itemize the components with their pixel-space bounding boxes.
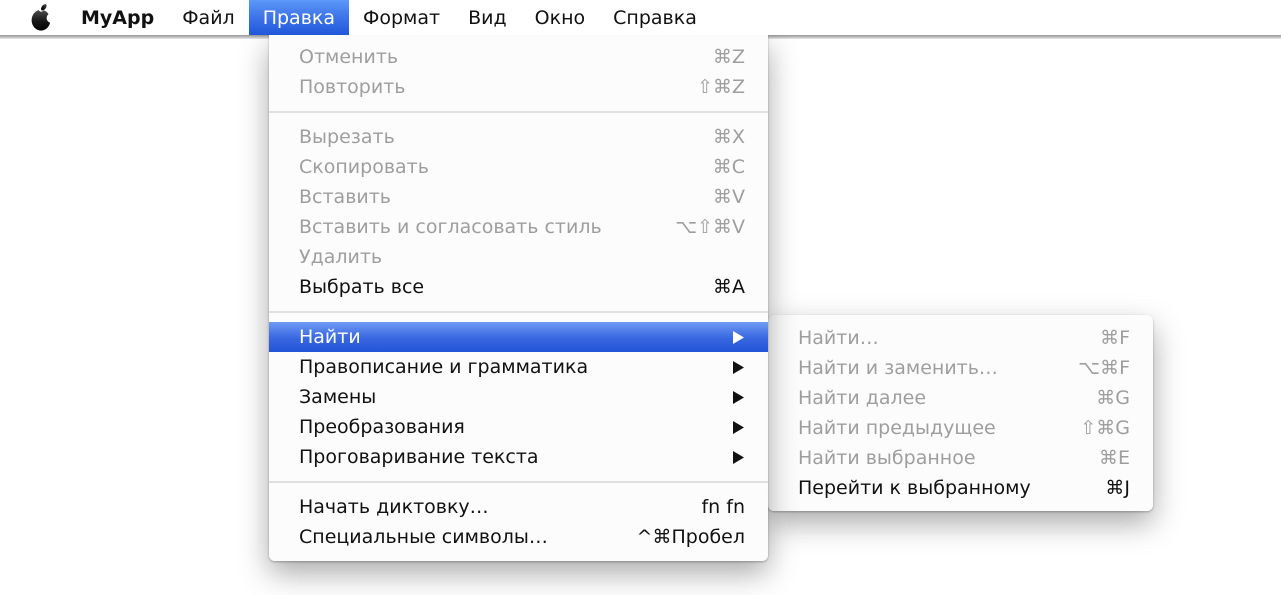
menu-item-label: Замены (299, 382, 717, 412)
menu-item-label: Перейти к выбранному (798, 473, 1091, 503)
apple-logo-icon (30, 3, 54, 32)
menu-item-shortcut: ⌘C (713, 152, 745, 182)
menubar-item-6[interactable]: Справка (599, 0, 711, 35)
menu-item-label: Отменить (299, 42, 699, 72)
menubar-item-2[interactable]: Правка (249, 0, 349, 35)
menu-item-shortcut: ⌘Z (713, 42, 745, 72)
menu-item-label: Найти (299, 322, 717, 352)
menubar-item-label: Окно (535, 7, 585, 29)
menu-item-shortcut: ⌘V (713, 182, 745, 212)
edit-menu-item-2-4[interactable]: Проговаривание текста (269, 442, 768, 472)
menu-item-label: Удалить (299, 242, 745, 272)
menu-separator (269, 481, 768, 483)
edit-menu-item-1-4[interactable]: Удалить (269, 242, 768, 272)
submenu-arrow-icon (731, 390, 745, 405)
menu-separator (269, 111, 768, 113)
menu-item-label: Вставить (299, 182, 699, 212)
menubar-items: MyApp Файл Правка Формат Вид Окно Справка (67, 0, 711, 35)
apple-menu[interactable] (17, 0, 67, 35)
find-submenu-item-0-1[interactable]: Найти и заменить… ⌥⌘F (768, 353, 1153, 383)
menu-item-shortcut: ⌥⌘F (1078, 353, 1130, 383)
menu-item-label: Найти и заменить… (798, 353, 1064, 383)
menu-item-shortcut: ⌘A (713, 272, 745, 302)
menu-item-label: Вырезать (299, 122, 699, 152)
find-submenu-item-0-4[interactable]: Найти выбранное ⌘E (768, 443, 1153, 473)
edit-menu-item-1-1[interactable]: Скопировать ⌘C (269, 152, 768, 182)
menubar-item-3[interactable]: Формат (349, 0, 454, 35)
edit-menu-item-2-2[interactable]: Замены (269, 382, 768, 412)
menu-bar: MyApp Файл Правка Формат Вид Окно Справка (0, 0, 1281, 35)
edit-menu-item-0-1[interactable]: Повторить ⇧⌘Z (269, 72, 768, 102)
menu-item-shortcut: ⌘E (1099, 443, 1130, 473)
submenu-arrow-icon (731, 420, 745, 435)
menu-item-shortcut: ⌘J (1105, 473, 1130, 503)
menu-item-label: Преобразования (299, 412, 717, 442)
edit-menu-item-0-0[interactable]: Отменить ⌘Z (269, 42, 768, 72)
edit-menu-item-2-1[interactable]: Правописание и грамматика (269, 352, 768, 382)
menubar-item-0[interactable]: MyApp (67, 0, 168, 35)
edit-menu-item-2-0[interactable]: Найти (269, 322, 768, 352)
menubar-item-label: Формат (363, 7, 440, 29)
menu-item-shortcut: ⌘F (1100, 323, 1130, 353)
find-submenu-item-0-2[interactable]: Найти далее ⌘G (768, 383, 1153, 413)
menu-item-shortcut: ⌘G (1096, 383, 1130, 413)
edit-menu-panel: Отменить⌘ZПовторить⇧⌘ZВырезать⌘XСкопиров… (269, 35, 768, 561)
edit-menu-item-3-0[interactable]: Начать диктовку… fn fn (269, 492, 768, 522)
find-submenu-item-0-0[interactable]: Найти… ⌘F (768, 323, 1153, 353)
menu-item-label: Специальные символы… (299, 522, 623, 552)
menu-item-shortcut: ⇧⌘G (1080, 413, 1130, 443)
menu-item-label: Повторить (299, 72, 683, 102)
menu-item-shortcut: ⌥⇧⌘V (675, 212, 745, 242)
menubar-item-label: Вид (468, 7, 507, 29)
submenu-arrow-icon (731, 450, 745, 465)
edit-menu-item-3-1[interactable]: Специальные символы… ^⌘Пробел (269, 522, 768, 552)
menubar-item-4[interactable]: Вид (454, 0, 521, 35)
menu-item-label: Скопировать (299, 152, 699, 182)
menu-item-label: Вставить и согласовать стиль (299, 212, 661, 242)
menu-item-label: Начать диктовку… (299, 492, 687, 522)
menu-item-label: Найти… (798, 323, 1086, 353)
menu-item-label: Проговаривание текста (299, 442, 717, 472)
find-submenu-item-0-5[interactable]: Перейти к выбранному ⌘J (768, 473, 1153, 503)
menu-item-shortcut: ⇧⌘Z (697, 72, 745, 102)
menubar-item-label: Справка (613, 7, 697, 29)
menu-item-shortcut: ⌘X (713, 122, 745, 152)
menu-item-label: Выбрать все (299, 272, 699, 302)
menu-item-label: Найти предыдущее (798, 413, 1066, 443)
menubar-item-label: MyApp (81, 7, 154, 29)
submenu-arrow-icon (731, 330, 745, 345)
edit-menu-item-1-0[interactable]: Вырезать ⌘X (269, 122, 768, 152)
menubar-item-5[interactable]: Окно (521, 0, 599, 35)
find-submenu-item-0-3[interactable]: Найти предыдущее ⇧⌘G (768, 413, 1153, 443)
menu-item-shortcut: fn fn (701, 492, 745, 522)
menubar-item-label: Файл (182, 7, 235, 29)
menu-item-label: Найти далее (798, 383, 1082, 413)
menubar-item-label: Правка (263, 7, 335, 29)
menu-separator (269, 311, 768, 313)
menubar-item-1[interactable]: Файл (168, 0, 249, 35)
edit-menu-item-1-5[interactable]: Выбрать все ⌘A (269, 272, 768, 302)
find-submenu-panel: Найти… ⌘F Найти и заменить… ⌥⌘FНайти далее ⌘… (768, 315, 1153, 511)
menu-item-label: Правописание и грамматика (299, 352, 717, 382)
menu-item-label: Найти выбранное (798, 443, 1085, 473)
edit-menu-item-2-3[interactable]: Преобразования (269, 412, 768, 442)
edit-menu-item-1-3[interactable]: Вставить и согласовать стиль ⌥⇧⌘V (269, 212, 768, 242)
menu-item-shortcut: ^⌘Пробел (637, 522, 745, 552)
edit-menu-item-1-2[interactable]: Вставить ⌘V (269, 182, 768, 212)
submenu-arrow-icon (731, 360, 745, 375)
